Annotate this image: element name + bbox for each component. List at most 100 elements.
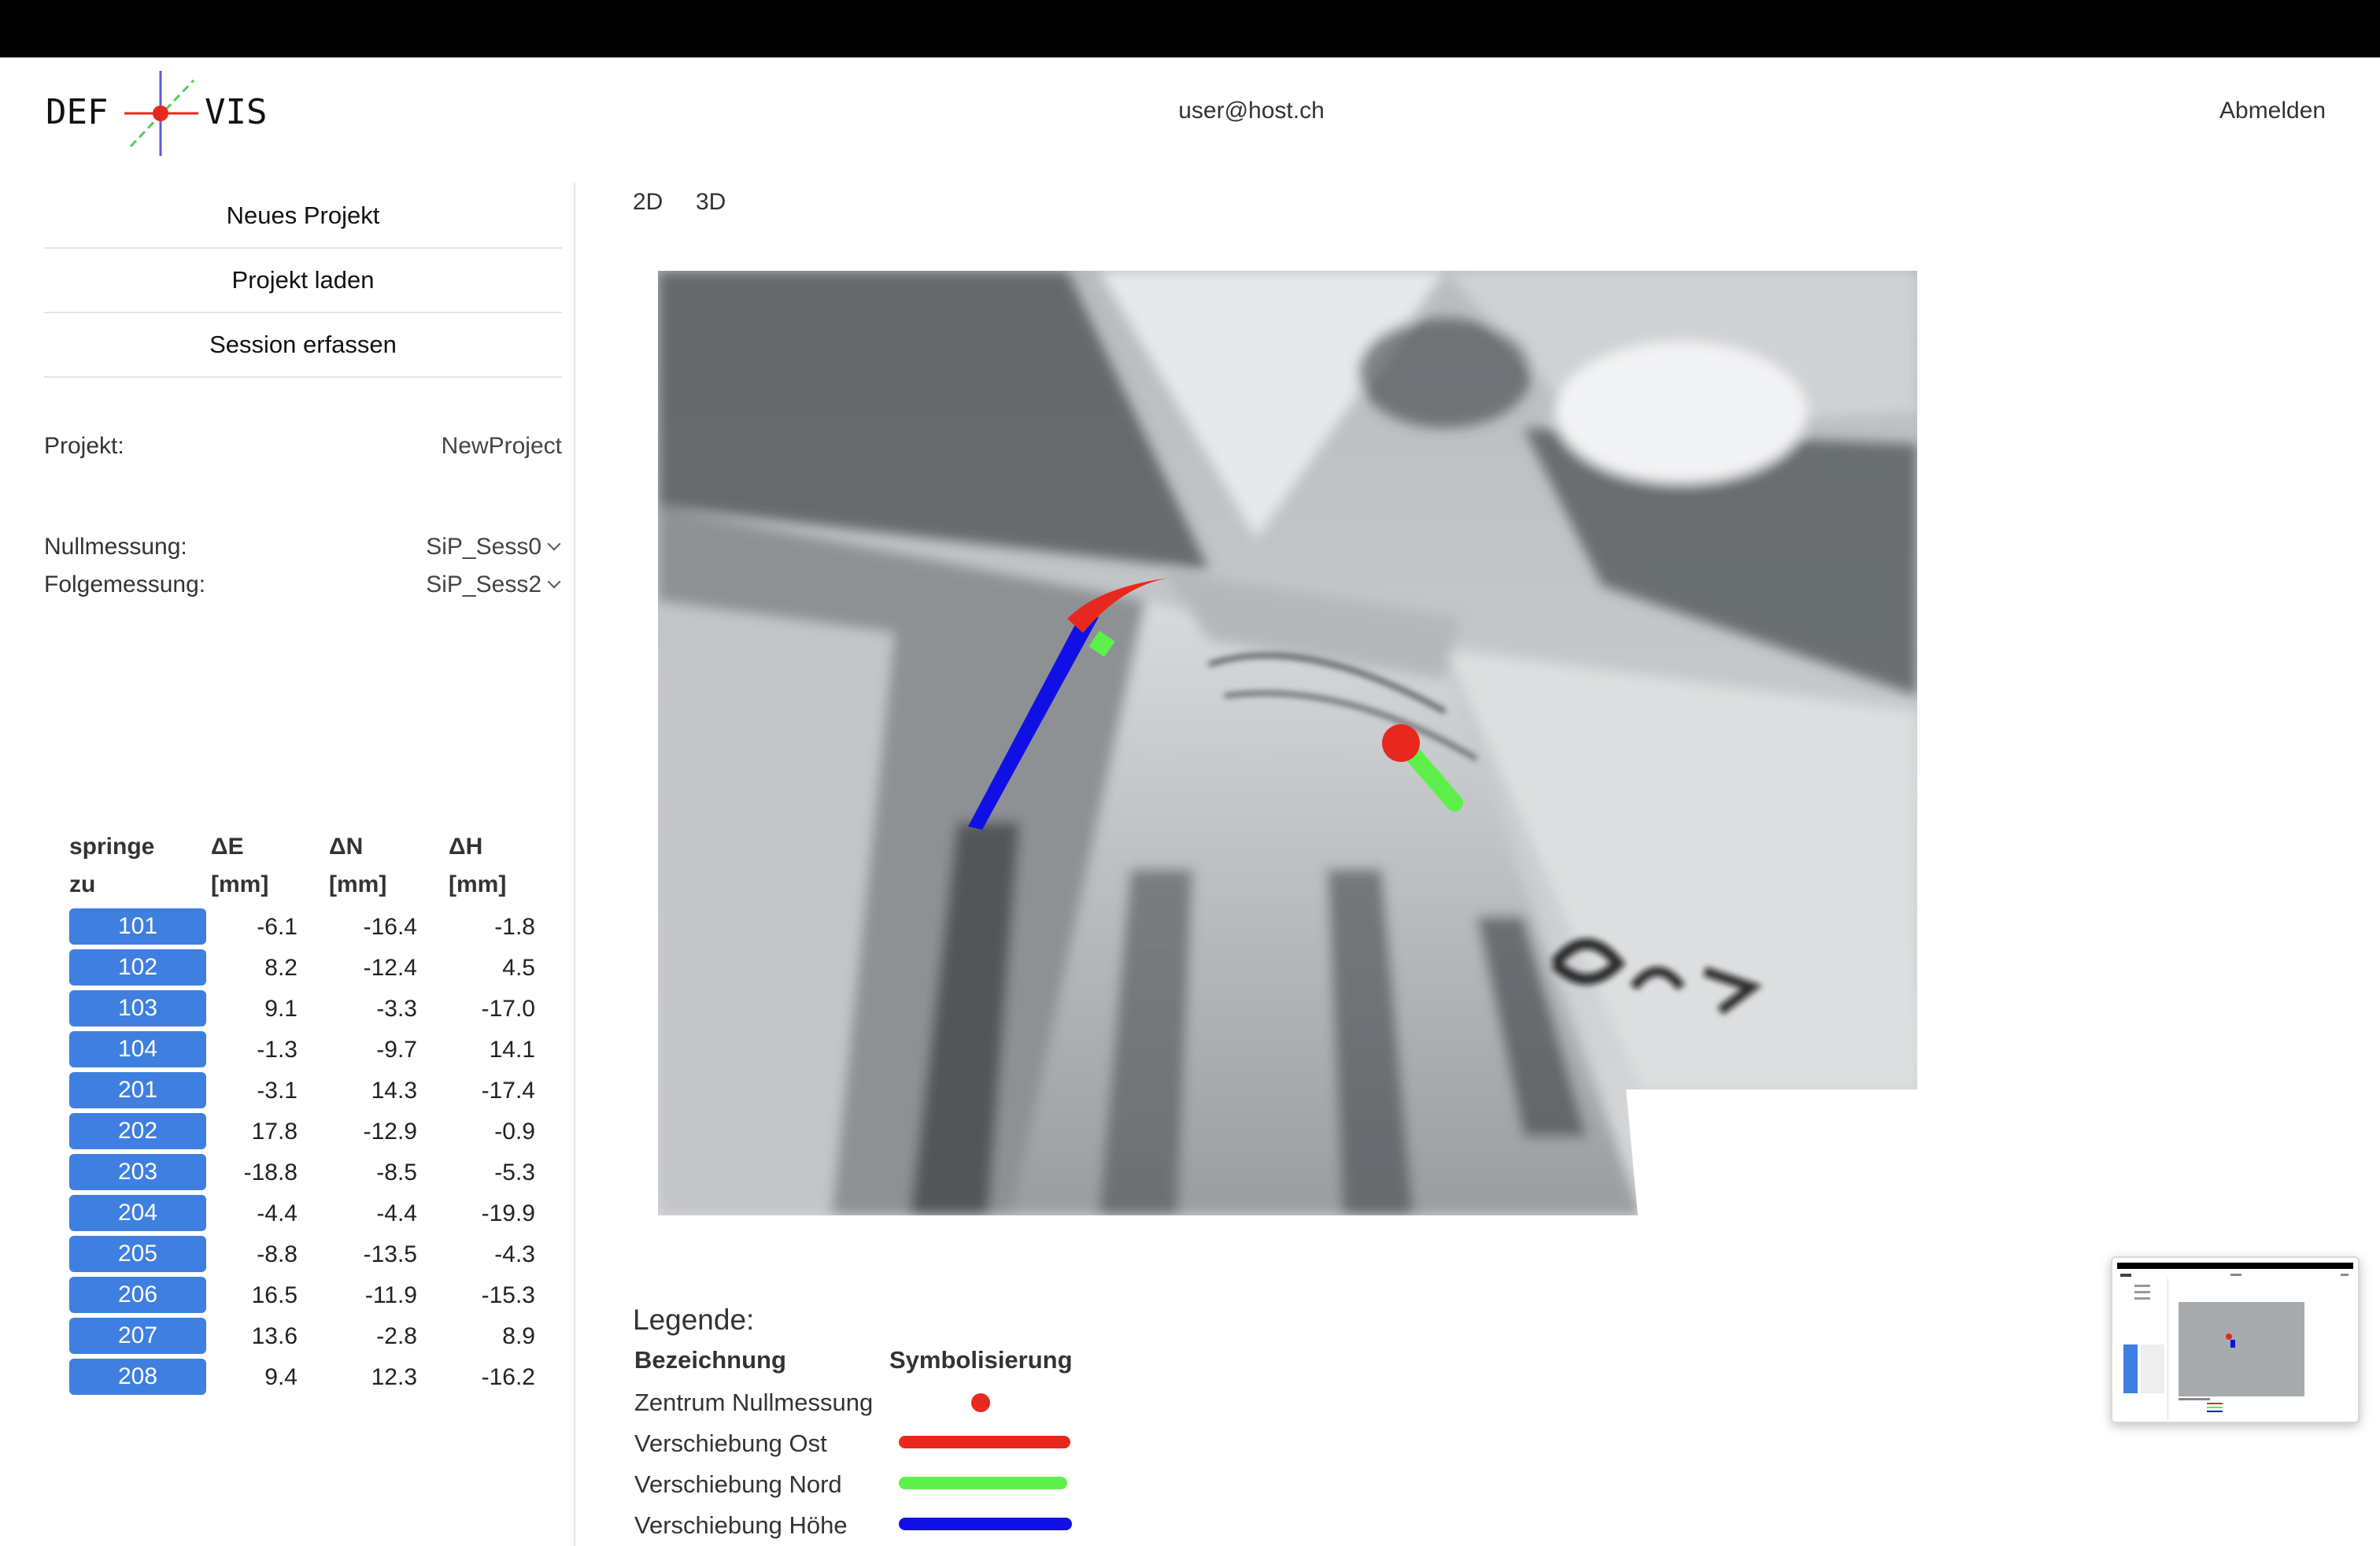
cell-dh: -17.0 [481,996,535,1022]
project-value: NewProject [441,433,562,459]
window-top-bar [0,0,2380,57]
legend-item-label: Verschiebung Höhe [634,1511,848,1539]
cell-de: -1.3 [257,1037,298,1063]
legend-title: Legende: [633,1304,755,1336]
cell-dh: -5.3 [494,1160,535,1185]
cell-dn: 12.3 [371,1364,417,1390]
cell-dn: 14.3 [371,1078,417,1104]
new-project-button[interactable]: Neues Projekt [44,184,562,249]
cell-de: 17.8 [251,1119,298,1145]
cell-dn: -3.3 [376,996,417,1022]
chevron-down-icon [547,575,561,589]
header-dn-line2: [mm] [329,871,387,897]
cell-de: -6.1 [257,914,298,940]
cell-dn: -9.7 [376,1037,417,1063]
table-row: 201 -3.1 14.3 -17.4 [68,1071,556,1111]
jump-to-point-button[interactable]: 102 [69,949,206,986]
follow-measurement-label: Folgemessung: [44,571,206,597]
header-dh-line2: [mm] [449,871,507,897]
cell-dn: -4.4 [376,1200,417,1226]
zero-measurement-value: SiP_Sess0 [426,534,541,560]
table-row: 208 9.4 12.3 -16.2 [68,1357,556,1398]
jump-to-point-button[interactable]: 204 [69,1195,206,1231]
zero-measurement-select[interactable]: SiP_Sess0 [346,534,561,560]
cell-de: 9.4 [264,1364,298,1390]
jump-to-point-button[interactable]: 205 [69,1236,206,1272]
cell-dn: -8.5 [376,1160,417,1185]
user-email: user@host.ch [1178,98,1325,124]
cell-dn: -2.8 [376,1323,417,1349]
jump-to-point-button[interactable]: 206 [69,1277,206,1313]
project-label: Projekt: [44,433,124,459]
header-jump-line2: zu [69,871,96,897]
table-row: 205 -8.8 -13.5 -4.3 [68,1234,556,1275]
table-row: 206 16.5 -11.9 -15.3 [68,1275,556,1316]
cell-de: -4.4 [257,1200,298,1226]
jump-to-point-button[interactable]: 203 [69,1154,206,1190]
cell-dn: -16.4 [363,914,417,940]
legend-header-symbol: Symbolisierung [889,1346,1073,1374]
cell-de: 9.1 [264,996,298,1022]
header-de-line1: ΔE [211,834,244,860]
load-project-button[interactable]: Projekt laden [44,249,562,313]
cell-de: -3.1 [257,1078,298,1104]
cell-dn: -12.4 [363,955,417,981]
sidebar-divider [574,183,575,1546]
table-row: 207 13.6 -2.8 8.9 [68,1316,556,1357]
cell-dh: -1.8 [494,914,535,940]
cell-dh: -15.3 [481,1282,535,1308]
zero-center-dot [1382,724,1420,762]
cell-dn: -13.5 [363,1241,417,1267]
jump-to-point-button[interactable]: 104 [69,1031,206,1067]
table-row: 104 -1.3 -9.7 14.1 [68,1030,556,1071]
tab-3d[interactable]: 3D [696,189,726,216]
cell-dh: -16.2 [481,1364,535,1390]
cell-dh: 14.1 [489,1037,535,1063]
jump-to-point-button[interactable]: 103 [69,990,206,1026]
tab-2d[interactable]: 2D [633,189,663,216]
jump-to-point-button[interactable]: 101 [69,908,206,945]
capture-session-button[interactable]: Session erfassen [44,313,562,378]
follow-measurement-select[interactable]: SiP_Sess2 [346,571,561,598]
legend-height-symbol [899,1518,1072,1530]
cell-de: -18.8 [243,1160,298,1185]
legend-header-name: Bezeichnung [634,1346,786,1374]
cell-dh: -19.9 [481,1200,535,1226]
screenshot-thumbnail[interactable] [2111,1256,2360,1423]
cell-de: 16.5 [251,1282,298,1308]
legend-item-label: Verschiebung Nord [634,1470,842,1498]
defvis-logo: DEF VIS [44,68,280,162]
terrain-texture [658,271,1917,1215]
cell-de: -8.8 [257,1241,298,1267]
jump-to-point-button[interactable]: 202 [69,1113,206,1149]
terrain-cutout [1642,1089,1917,1215]
header-jump-line1: springe [69,834,155,860]
table-row: 101 -6.1 -16.4 -1.8 [68,907,556,948]
legend-north-symbol [899,1477,1067,1489]
cell-de: 13.6 [251,1323,298,1349]
follow-measurement-value: SiP_Sess2 [426,571,541,597]
cell-dh: -17.4 [481,1078,535,1104]
jump-to-point-button[interactable]: 207 [69,1318,206,1354]
legend-dot-symbol [971,1393,990,1412]
logout-link[interactable]: Abmelden [2219,98,2326,124]
table-row: 103 9.1 -3.3 -17.0 [68,989,556,1030]
chevron-down-icon [547,537,561,551]
legend-item-label: Zentrum Nullmessung [634,1389,874,1416]
jump-to-point-button[interactable]: 208 [69,1359,206,1395]
jump-to-point-button[interactable]: 201 [69,1072,206,1108]
cell-dh: 8.9 [502,1323,535,1349]
table-row: 102 8.2 -12.4 4.5 [68,948,556,989]
logo-text-right: VIS [205,92,267,132]
3d-viewer[interactable] [658,271,1917,1215]
cell-dn: -12.9 [363,1119,417,1145]
header-dn-line1: ΔN [329,834,364,860]
cell-dn: -11.9 [364,1282,417,1308]
logo-text-left: DEF [46,92,108,132]
cell-de: 8.2 [264,955,298,981]
header-de-line2: [mm] [211,871,269,897]
cell-dh: -0.9 [494,1119,535,1145]
zero-measurement-label: Nullmessung: [44,534,187,560]
cell-dh: -4.3 [494,1241,535,1267]
legend-item-label: Verschiebung Ost [634,1429,827,1457]
